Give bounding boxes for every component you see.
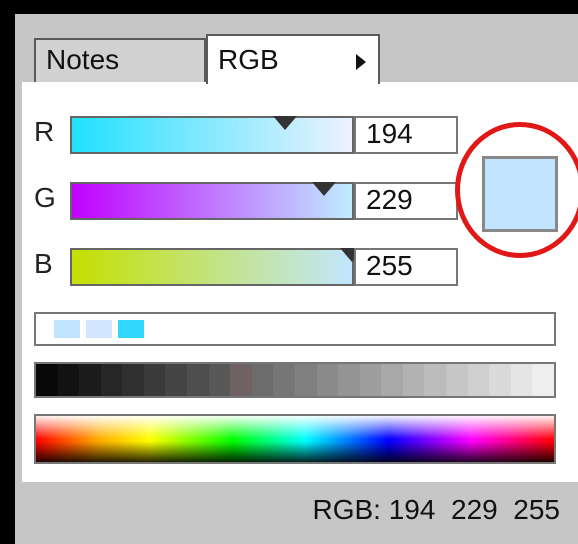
gray-swatch[interactable]: [100, 364, 123, 396]
gray-swatch[interactable]: [122, 364, 144, 396]
gray-swatch[interactable]: [143, 364, 166, 396]
channel-label-r: R: [34, 116, 55, 147]
recent-color-swatch[interactable]: [54, 320, 80, 338]
slider-r-thumb-icon[interactable]: [272, 116, 297, 130]
tab-notes-label: Notes: [46, 44, 120, 75]
channel-label-b: B: [34, 248, 53, 279]
gray-swatch[interactable]: [489, 364, 511, 396]
value-field-g[interactable]: 229: [354, 182, 458, 220]
recent-color-swatch[interactable]: [86, 320, 112, 338]
gray-swatch[interactable]: [402, 364, 425, 396]
slider-b[interactable]: [70, 248, 364, 286]
current-color-swatch[interactable]: [482, 156, 558, 232]
tab-arrow-icon[interactable]: [356, 54, 366, 70]
gray-swatch[interactable]: [36, 364, 58, 396]
gray-swatch[interactable]: [273, 364, 295, 396]
gray-swatch[interactable]: [251, 364, 274, 396]
gray-swatch[interactable]: [467, 364, 490, 396]
tab-rgb-label: RGB: [218, 44, 279, 75]
gray-swatch[interactable]: [316, 364, 339, 396]
value-field-r[interactable]: 194: [354, 116, 458, 154]
gray-swatch[interactable]: [510, 364, 533, 396]
gray-swatch[interactable]: [381, 364, 403, 396]
gray-swatch[interactable]: [338, 364, 360, 396]
gray-swatch[interactable]: [79, 364, 101, 396]
gray-swatch[interactable]: [57, 364, 80, 396]
gray-swatch[interactable]: [208, 364, 231, 396]
tab-notes[interactable]: Notes: [34, 38, 206, 82]
status-rgb-readout: RGB: 194 229 255: [312, 494, 560, 525]
slider-r[interactable]: [70, 116, 354, 154]
slider-g-thumb-icon[interactable]: [312, 182, 336, 196]
gray-swatch[interactable]: [445, 364, 468, 396]
recent-colors-bar: [34, 312, 556, 346]
grayscale-palette[interactable]: [34, 362, 556, 398]
gray-swatch[interactable]: [424, 364, 446, 396]
gray-swatch[interactable]: [294, 364, 317, 396]
gray-swatch[interactable]: [532, 364, 554, 396]
gray-swatch[interactable]: [230, 364, 252, 396]
gray-swatch[interactable]: [359, 364, 382, 396]
gray-swatch[interactable]: [165, 364, 188, 396]
recent-color-swatch[interactable]: [118, 320, 144, 338]
value-field-b[interactable]: 255: [354, 248, 458, 286]
channel-label-g: G: [34, 182, 56, 213]
gray-swatch[interactable]: [187, 364, 209, 396]
spectrum-palette[interactable]: [34, 414, 556, 464]
tab-rgb[interactable]: RGB: [206, 34, 380, 84]
slider-g[interactable]: [70, 182, 354, 220]
